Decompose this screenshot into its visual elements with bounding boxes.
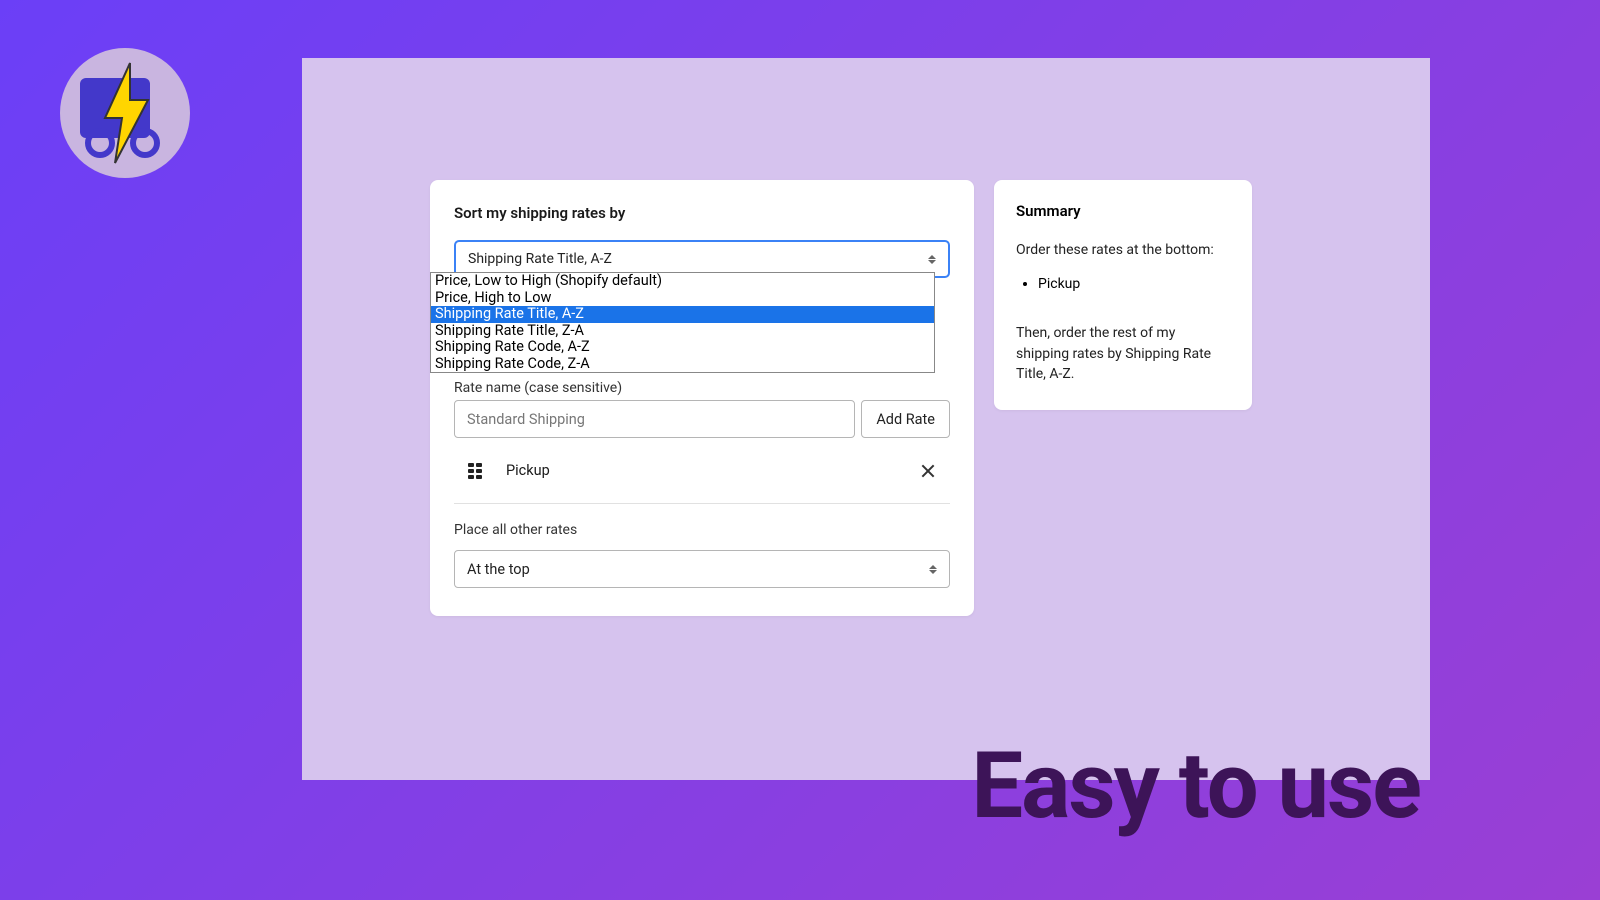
summary-rate-list: Pickup bbox=[1038, 274, 1230, 295]
dropdown-option-selected[interactable]: Shipping Rate Title, A-Z bbox=[431, 306, 934, 323]
summary-intro: Order these rates at the bottom: bbox=[1016, 240, 1230, 260]
sort-dropdown-list: Price, Low to High (Shopify default) Pri… bbox=[430, 272, 935, 373]
summary-title: Summary bbox=[1016, 202, 1230, 220]
summary-then: Then, order the rest of my shipping rate… bbox=[1016, 323, 1230, 384]
rate-name-placeholder: Standard Shipping bbox=[467, 411, 585, 428]
rate-name-label: Rate name (case sensitive) bbox=[454, 374, 950, 396]
placement-select[interactable]: At the top bbox=[454, 550, 950, 588]
marketing-tagline: Easy to use bbox=[971, 733, 1420, 840]
dropdown-option[interactable]: Price, High to Low bbox=[431, 290, 934, 307]
add-rate-button[interactable]: Add Rate bbox=[861, 400, 950, 438]
placement-label: Place all other rates bbox=[454, 522, 950, 538]
remove-rate-icon[interactable] bbox=[920, 463, 936, 479]
placement-select-value: At the top bbox=[467, 561, 530, 578]
rate-row: Pickup bbox=[454, 448, 950, 493]
rate-row-name: Pickup bbox=[506, 462, 920, 479]
rate-name-input[interactable]: Standard Shipping bbox=[454, 400, 855, 438]
dropdown-option[interactable]: Shipping Rate Title, Z-A bbox=[431, 323, 934, 340]
summary-rate-item: Pickup bbox=[1038, 274, 1230, 295]
divider bbox=[454, 503, 950, 504]
sort-label: Sort my shipping rates by bbox=[454, 204, 950, 222]
sort-select-value: Shipping Rate Title, A-Z bbox=[468, 251, 612, 267]
dropdown-option[interactable]: Shipping Rate Code, A-Z bbox=[431, 339, 934, 356]
summary-card: Summary Order these rates at the bottom:… bbox=[994, 180, 1252, 410]
dropdown-option[interactable]: Shipping Rate Code, Z-A bbox=[431, 356, 934, 373]
demo-stage: Sort my shipping rates by Shipping Rate … bbox=[302, 58, 1430, 780]
chevron-sort-icon bbox=[929, 562, 939, 576]
dropdown-option[interactable]: Price, Low to High (Shopify default) bbox=[431, 273, 934, 290]
sort-settings-card: Sort my shipping rates by Shipping Rate … bbox=[430, 180, 974, 616]
drag-handle-icon[interactable] bbox=[468, 463, 482, 479]
app-logo bbox=[60, 48, 190, 178]
chevron-sort-icon bbox=[928, 252, 938, 266]
